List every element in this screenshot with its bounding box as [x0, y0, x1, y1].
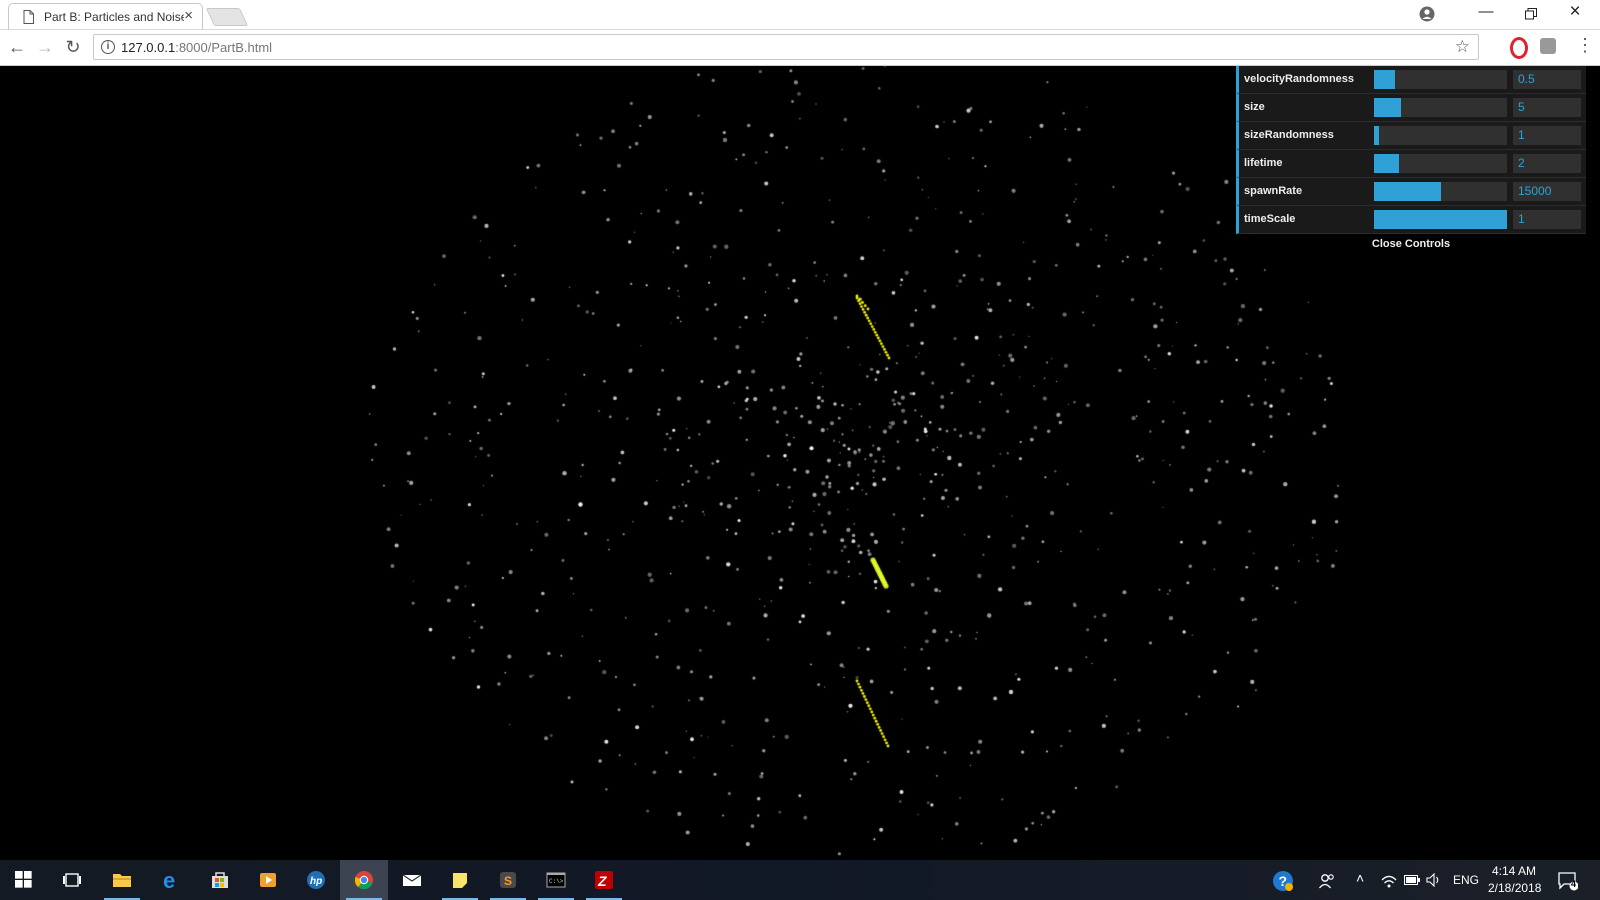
chrome-icon[interactable] [340, 860, 388, 900]
media-player-icon[interactable] [244, 860, 292, 900]
volume-icon[interactable] [1426, 873, 1442, 887]
wifi-icon[interactable] [1381, 874, 1397, 888]
control-slider-fill [1374, 154, 1400, 173]
svg-text:C:\>: C:\> [549, 878, 564, 885]
command-prompt-icon[interactable]: C:\> [532, 860, 580, 900]
control-label: timeScale [1244, 213, 1296, 225]
webgl-viewport[interactable]: velocityRandomness 0.5 size 5 sizeRandomness… [0, 66, 1600, 860]
svg-text:e: e [163, 870, 175, 890]
help-icon[interactable]: ? [1272, 870, 1294, 892]
control-slider-fill [1374, 70, 1396, 89]
site-info-icon[interactable]: i [101, 40, 115, 54]
windows-start-icon[interactable] [0, 860, 48, 900]
store-icon[interactable] [196, 860, 244, 900]
svg-text:Z: Z [597, 873, 607, 889]
minimize-icon[interactable]: — [1471, 3, 1501, 20]
control-row-sizeRandomness: sizeRandomness 1 [1236, 122, 1586, 150]
task-view-icon[interactable] [48, 860, 96, 900]
extension-icon[interactable] [1540, 38, 1556, 54]
control-label: size [1244, 101, 1265, 113]
svg-text:S: S [504, 874, 512, 888]
people-icon[interactable] [1318, 872, 1336, 890]
control-slider[interactable] [1374, 126, 1507, 145]
control-slider-fill [1374, 126, 1380, 145]
opera-extension-icon[interactable] [1510, 37, 1528, 59]
taskbar: e hp S C:\> Z ? ˄ ENG 4:14 AM 2/18/2018 … [0, 860, 1600, 900]
clock-date[interactable]: 2/18/2018 [1488, 881, 1541, 895]
restore-icon[interactable] [1525, 8, 1537, 20]
forward-icon[interactable]: → [34, 37, 56, 58]
close-icon[interactable]: × [1560, 1, 1590, 23]
browser-tabstrip: Part B: Particles and Noise × — × [0, 0, 1600, 30]
browser-tab[interactable]: Part B: Particles and Noise × [8, 3, 203, 29]
edge-icon[interactable]: e [148, 860, 196, 900]
control-value-input[interactable]: 1 [1513, 210, 1581, 229]
control-value-input[interactable]: 0.5 [1513, 70, 1581, 89]
address-url: 127.0.0.1:8000/PartB.html [121, 40, 273, 55]
control-slider[interactable] [1374, 154, 1507, 173]
control-row-size: size 5 [1236, 94, 1586, 122]
file-explorer-icon[interactable] [98, 860, 146, 900]
control-value-input[interactable]: 5 [1513, 98, 1581, 117]
control-label: spawnRate [1244, 185, 1303, 197]
mail-icon[interactable] [388, 860, 436, 900]
hp-icon[interactable]: hp [292, 860, 340, 900]
control-slider-fill [1374, 210, 1507, 229]
control-slider[interactable] [1374, 70, 1507, 89]
new-tab-button[interactable] [205, 8, 249, 26]
control-row-velocityRandomness: velocityRandomness 0.5 [1236, 66, 1586, 94]
control-value-input[interactable]: 1 [1513, 126, 1581, 145]
clock-time[interactable]: 4:14 AM [1492, 864, 1536, 878]
control-value-input[interactable]: 2 [1513, 154, 1581, 173]
back-icon[interactable]: ← [6, 37, 28, 58]
control-row-timeScale: timeScale 1 [1236, 206, 1586, 234]
control-row-lifetime: lifetime 2 [1236, 150, 1586, 178]
sticky-notes-icon[interactable] [436, 860, 484, 900]
control-label: lifetime [1244, 157, 1283, 169]
controls-panel: velocityRandomness 0.5 size 5 sizeRandomness… [1236, 66, 1586, 254]
notification-count: 4 [1571, 879, 1577, 889]
control-slider[interactable] [1374, 182, 1507, 201]
sublime-text-icon[interactable]: S [484, 860, 532, 900]
account-icon[interactable] [1419, 6, 1435, 22]
control-slider-fill [1374, 98, 1401, 117]
control-label: sizeRandomness [1244, 129, 1334, 141]
battery-icon[interactable] [1404, 875, 1420, 885]
control-slider-fill [1374, 182, 1441, 201]
control-row-spawnRate: spawnRate 15000 [1236, 178, 1586, 206]
page-icon [23, 10, 34, 24]
bookmark-star-icon[interactable]: ☆ [1455, 37, 1470, 57]
browser-menu-icon[interactable]: ⋮ [1576, 35, 1594, 56]
reload-icon[interactable]: ↻ [62, 37, 84, 58]
svg-text:hp: hp [310, 876, 322, 887]
language-indicator[interactable]: ENG [1453, 873, 1479, 887]
address-bar[interactable]: i 127.0.0.1:8000/PartB.html ☆ [93, 34, 1479, 60]
filezilla-icon[interactable]: Z [580, 860, 628, 900]
close-controls-button[interactable]: Close Controls [1236, 234, 1586, 254]
control-slider[interactable] [1374, 210, 1507, 229]
control-slider[interactable] [1374, 98, 1507, 117]
control-value-input[interactable]: 15000 [1513, 182, 1581, 201]
show-hidden-icons-icon[interactable]: ˄ [1356, 870, 1364, 886]
control-label: velocityRandomness [1244, 73, 1355, 85]
browser-toolbar: ← → ↻ i 127.0.0.1:8000/PartB.html ☆ ⋮ [0, 30, 1600, 66]
tab-close-icon[interactable]: × [184, 7, 193, 24]
tab-title: Part B: Particles and Noise [44, 10, 184, 24]
